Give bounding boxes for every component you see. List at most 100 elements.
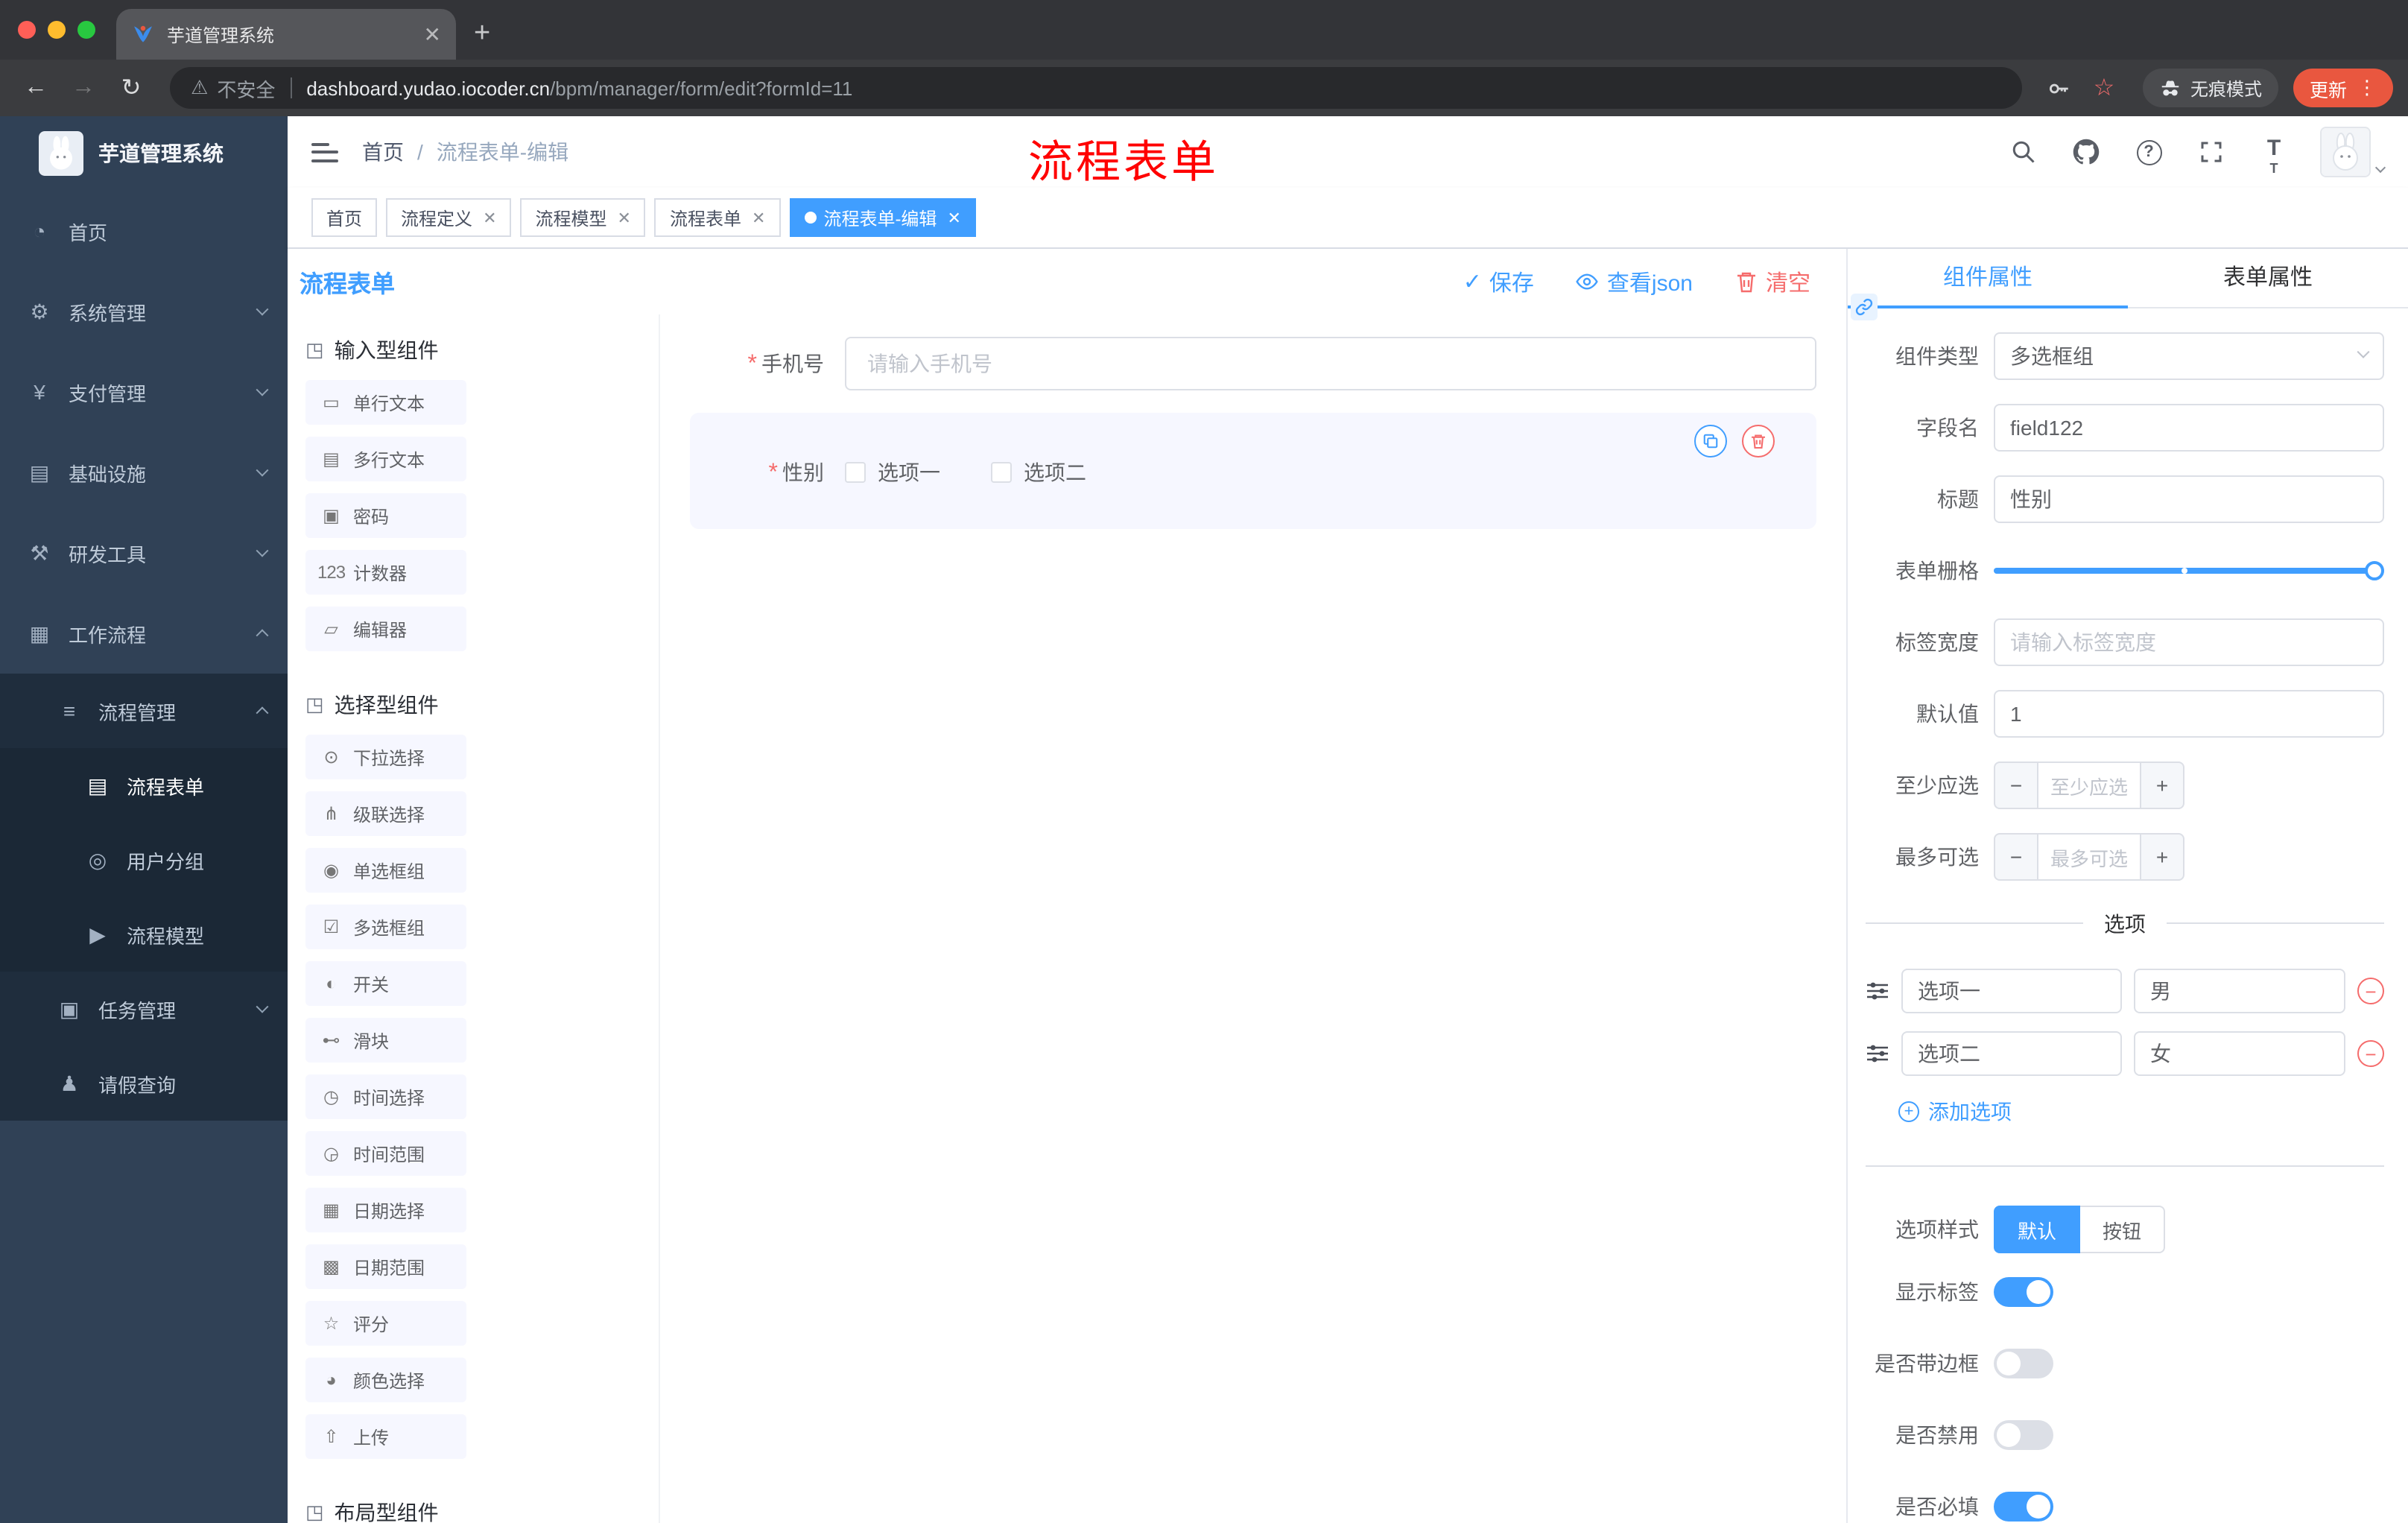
component-dropdown[interactable]: ⊙ 下拉选择	[305, 735, 466, 779]
forward-button[interactable]: →	[63, 67, 104, 109]
phone-field-row[interactable]: * 手机号	[690, 326, 1816, 401]
github-icon[interactable]	[2070, 136, 2103, 168]
help-icon[interactable]: ?	[2132, 136, 2165, 168]
component-upload[interactable]: ⇧ 上传	[305, 1414, 466, 1459]
remove-option-button[interactable]: −	[2357, 1040, 2384, 1067]
component-date-picker[interactable]: ▦ 日期选择	[305, 1188, 466, 1232]
component-type-select[interactable]: 多选框组	[1994, 332, 2384, 380]
decrease-button[interactable]: −	[1994, 833, 2038, 881]
option-style-default-button[interactable]: 默认	[1994, 1206, 2081, 1253]
bookmark-star-icon[interactable]: ☆	[2085, 69, 2123, 107]
user-menu[interactable]	[2320, 127, 2386, 177]
sidebar-item-process-mgmt[interactable]: ≡ 流程管理	[0, 674, 288, 748]
search-icon[interactable]	[2007, 136, 2040, 168]
option-label-input[interactable]	[1901, 1031, 2122, 1076]
delete-component-button[interactable]	[1742, 425, 1775, 457]
option-label-input[interactable]	[1901, 969, 2122, 1013]
window-minimize-button[interactable]	[48, 21, 66, 39]
title-input[interactable]	[1994, 475, 2384, 523]
address-bar[interactable]: ⚠ 不安全 dashboard.yudao.iocoder.cn/bpm/man…	[170, 67, 2022, 109]
browser-tab[interactable]: 芋道管理系统 ✕	[116, 9, 456, 60]
sidebar-item-leave-query[interactable]: ♟ 请假查询	[0, 1046, 288, 1121]
phone-input[interactable]	[845, 337, 1816, 390]
view-json-button[interactable]: 查看json	[1576, 266, 1693, 297]
component-cascader[interactable]: ⋔ 级联选择	[305, 791, 466, 836]
copy-component-button[interactable]	[1694, 425, 1727, 457]
back-button[interactable]: ←	[15, 67, 57, 109]
sidebar-item-workflow[interactable]: ▦ 工作流程	[0, 593, 288, 674]
component-time-range[interactable]: ◶ 时间范围	[305, 1131, 466, 1176]
disabled-switch[interactable]	[1994, 1420, 2053, 1450]
option-style-button-button[interactable]: 按钮	[2080, 1206, 2166, 1253]
tag-home[interactable]: 首页	[311, 198, 378, 237]
label-width-input[interactable]	[1994, 618, 2384, 666]
close-icon[interactable]: ✕	[947, 208, 960, 227]
component-password[interactable]: ▣ 密码	[305, 493, 466, 538]
fullscreen-icon[interactable]	[2195, 136, 2228, 168]
component-checkbox-group[interactable]: ☑ 多选框组	[305, 905, 466, 949]
show-label-switch[interactable]	[1994, 1277, 2053, 1307]
reload-button[interactable]: ↻	[110, 67, 152, 109]
tab-form-props[interactable]: 表单属性	[2128, 249, 2408, 307]
option-value-input[interactable]	[2134, 969, 2345, 1013]
component-single-line-text[interactable]: ▭ 单行文本	[305, 380, 466, 425]
tab-close-icon[interactable]: ✕	[424, 22, 441, 47]
browser-update-button[interactable]: 更新 ⋮	[2293, 69, 2393, 107]
sidebar-item-home[interactable]: ◔ 首页	[0, 191, 288, 271]
sidebar-item-devtools[interactable]: ⚒ 研发工具	[0, 513, 288, 593]
drag-handle-icon[interactable]	[1866, 979, 1889, 1003]
min-select-value[interactable]: 至少应选	[2038, 762, 2140, 809]
close-icon[interactable]: ✕	[483, 208, 496, 227]
field-name-input[interactable]	[1994, 404, 2384, 452]
default-value-input[interactable]	[1994, 690, 2384, 738]
window-zoom-button[interactable]	[77, 21, 95, 39]
max-select-value[interactable]: 最多可选	[2038, 833, 2140, 881]
component-editor[interactable]: ▱ 编辑器	[305, 607, 466, 651]
close-icon[interactable]: ✕	[618, 208, 631, 227]
component-counter[interactable]: 123 计数器	[305, 550, 466, 595]
sidebar-item-user-group[interactable]: ◎ 用户分组	[0, 823, 288, 897]
tab-component-props[interactable]: 组件属性	[1848, 249, 2128, 308]
tag-process-form[interactable]: 流程表单 ✕	[654, 198, 781, 237]
component-multi-line-text[interactable]: ▤ 多行文本	[305, 437, 466, 481]
tag-process-form-edit[interactable]: 流程表单-编辑 ✕	[789, 198, 976, 237]
save-button[interactable]: ✓ 保存	[1463, 266, 1534, 297]
component-rate[interactable]: ☆ 评分	[305, 1301, 466, 1346]
form-grid-slider[interactable]	[1994, 547, 2384, 595]
drag-handle-icon[interactable]	[1866, 1042, 1889, 1066]
add-option-button[interactable]: + 添加选项	[1898, 1097, 2384, 1127]
checkbox-option1[interactable]: 选项一	[845, 457, 940, 487]
required-switch[interactable]	[1994, 1492, 2053, 1522]
window-close-button[interactable]	[18, 21, 36, 39]
browser-menu-icon[interactable]: ⋮	[2357, 76, 2377, 100]
checkbox-option2[interactable]: 选项二	[991, 457, 1086, 487]
increase-button[interactable]: +	[2140, 833, 2184, 881]
gender-field-row-selected[interactable]: * 性别 选项一 选项二	[690, 413, 1816, 529]
decrease-button[interactable]: −	[1994, 762, 2038, 809]
option-value-input[interactable]	[2134, 1031, 2345, 1076]
link-icon[interactable]	[1851, 294, 1878, 320]
font-size-icon[interactable]: TT	[2258, 136, 2290, 176]
border-switch[interactable]	[1994, 1349, 2053, 1378]
component-slider[interactable]: ⊷ 滑块	[305, 1018, 466, 1063]
sidebar-item-system[interactable]: ⚙ 系统管理	[0, 271, 288, 352]
close-icon[interactable]: ✕	[752, 208, 765, 227]
new-tab-button[interactable]: +	[474, 18, 490, 51]
component-radio-group[interactable]: ◉ 单选框组	[305, 848, 466, 893]
sidebar-item-task-mgmt[interactable]: ▣ 任务管理	[0, 972, 288, 1046]
breadcrumb-home[interactable]: 首页	[362, 137, 404, 167]
component-switch[interactable]: ◐ 开关	[305, 961, 466, 1006]
slider-handle[interactable]	[2365, 561, 2384, 580]
password-key-icon[interactable]	[2040, 69, 2079, 107]
sidebar-item-process-model[interactable]: ▶ 流程模型	[0, 897, 288, 972]
sidebar-item-payment[interactable]: ¥ 支付管理	[0, 352, 288, 432]
sidebar-fold-icon[interactable]	[311, 142, 338, 162]
tag-process-model[interactable]: 流程模型 ✕	[520, 198, 646, 237]
component-color-picker[interactable]: ◕ 颜色选择	[305, 1358, 466, 1402]
remove-option-button[interactable]: −	[2357, 978, 2384, 1004]
increase-button[interactable]: +	[2140, 762, 2184, 809]
component-time-picker[interactable]: ◷ 时间选择	[305, 1074, 466, 1119]
sidebar-item-process-form[interactable]: ▤ 流程表单	[0, 748, 288, 823]
component-date-range[interactable]: ▩ 日期范围	[305, 1244, 466, 1289]
sidebar-item-infra[interactable]: ▤ 基础设施	[0, 432, 288, 513]
